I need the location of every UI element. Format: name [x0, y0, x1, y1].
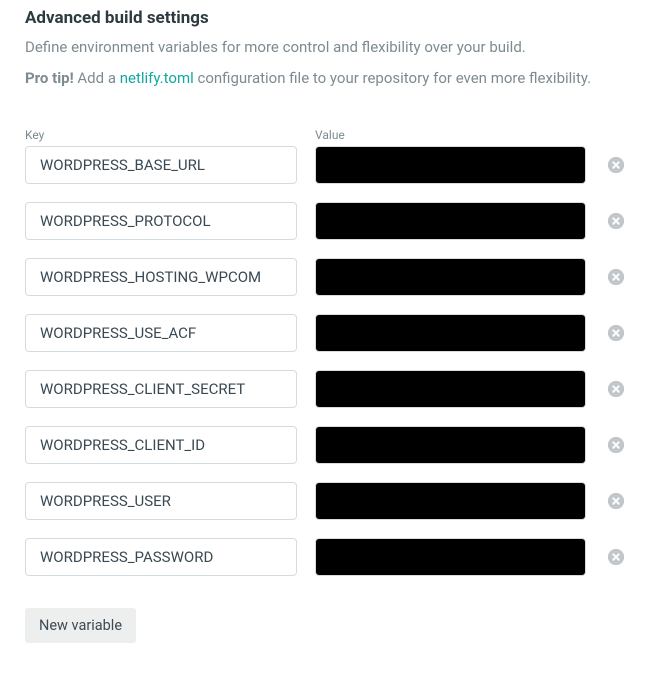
- value-input[interactable]: [315, 146, 587, 184]
- key-input[interactable]: [25, 482, 297, 520]
- value-input[interactable]: [315, 538, 587, 576]
- key-input[interactable]: [25, 426, 297, 464]
- value-input[interactable]: [315, 370, 587, 408]
- protip-prefix: Pro tip!: [25, 69, 74, 87]
- close-circle-icon: [607, 380, 625, 398]
- close-circle-icon: [607, 548, 625, 566]
- key-input[interactable]: [25, 202, 297, 240]
- column-labels-row: Key Value: [25, 128, 626, 142]
- variable-row: [25, 426, 626, 464]
- delete-variable-button[interactable]: [606, 435, 626, 455]
- netlify-toml-link[interactable]: netlify.toml: [120, 69, 194, 87]
- delete-variable-button[interactable]: [606, 491, 626, 511]
- value-column-label: Value: [315, 128, 587, 142]
- variable-row: [25, 482, 626, 520]
- variables-list: [25, 146, 626, 576]
- protip-text: Pro tip! Add a netlify.toml configuratio…: [25, 67, 626, 90]
- delete-variable-button[interactable]: [606, 211, 626, 231]
- close-circle-icon: [607, 492, 625, 510]
- value-input[interactable]: [315, 426, 587, 464]
- delete-variable-button[interactable]: [606, 155, 626, 175]
- value-input[interactable]: [315, 202, 587, 240]
- value-input[interactable]: [315, 258, 587, 296]
- key-input[interactable]: [25, 314, 297, 352]
- delete-variable-button[interactable]: [606, 267, 626, 287]
- value-input[interactable]: [315, 314, 587, 352]
- key-column-label: Key: [25, 128, 297, 142]
- section-description: Define environment variables for more co…: [25, 36, 626, 59]
- section-heading: Advanced build settings: [25, 8, 626, 28]
- close-circle-icon: [607, 156, 625, 174]
- key-input[interactable]: [25, 258, 297, 296]
- protip-after-link: configuration file to your repository fo…: [194, 69, 591, 87]
- value-input[interactable]: [315, 482, 587, 520]
- close-circle-icon: [607, 436, 625, 454]
- close-circle-icon: [607, 268, 625, 286]
- key-input[interactable]: [25, 538, 297, 576]
- key-input[interactable]: [25, 146, 297, 184]
- variable-row: [25, 258, 626, 296]
- variable-row: [25, 314, 626, 352]
- variable-row: [25, 538, 626, 576]
- variable-row: [25, 146, 626, 184]
- key-input[interactable]: [25, 370, 297, 408]
- protip-before-link: Add a: [74, 69, 120, 87]
- delete-variable-button[interactable]: [606, 379, 626, 399]
- close-circle-icon: [607, 324, 625, 342]
- variable-row: [25, 370, 626, 408]
- new-variable-button[interactable]: New variable: [25, 608, 136, 643]
- variable-row: [25, 202, 626, 240]
- delete-variable-button[interactable]: [606, 547, 626, 567]
- close-circle-icon: [607, 212, 625, 230]
- delete-variable-button[interactable]: [606, 323, 626, 343]
